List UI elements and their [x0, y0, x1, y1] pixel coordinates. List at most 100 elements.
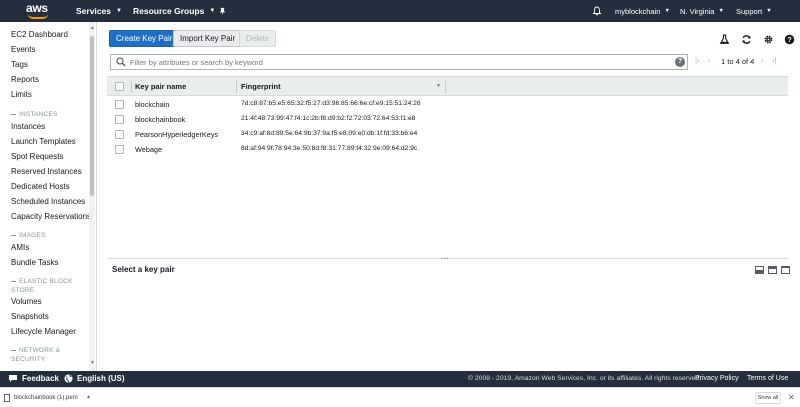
show-all-button[interactable]: Show all	[755, 392, 781, 404]
layout-full-icon[interactable]	[781, 266, 790, 274]
key-pair-name-cell: blockchain	[135, 100, 170, 109]
gear-svg	[764, 35, 772, 44]
table-row[interactable]: Webage 8d:af:94:9f:78:94:3e:50:8d:f8:31:…	[107, 142, 788, 157]
sidebar-item-limits[interactable]: Limits	[11, 90, 32, 99]
sidebar-item-scheduled-instances[interactable]: Scheduled Instances	[11, 197, 85, 206]
search-bar[interactable]	[110, 54, 688, 70]
services-label: Services	[76, 6, 111, 16]
sidebar-item-reserved-instances[interactable]: Reserved Instances	[11, 167, 82, 176]
sidebar-scrollbar[interactable]: ▲ ▼	[89, 22, 95, 371]
region-menu[interactable]: N. Virginia ▼	[680, 0, 724, 22]
table-row[interactable]: PearsonHyperledgerKeys 34:c9:af:8d:89:5e…	[107, 127, 788, 142]
sidebar-section-ebs[interactable]: ELASTIC BLOCK STORE	[11, 277, 73, 295]
sidebar-item-events[interactable]: Events	[11, 45, 35, 54]
feedback-label: Feedback	[22, 374, 59, 383]
sidebar-item-reports[interactable]: Reports	[11, 75, 39, 84]
column-header-key-pair-name[interactable]: Key pair name	[135, 82, 186, 91]
search-input[interactable]	[130, 57, 670, 67]
sidebar-item-volumes[interactable]: Volumes	[11, 297, 42, 306]
section-label: STORE	[11, 287, 35, 294]
support-menu[interactable]: Support ▼	[736, 0, 772, 22]
services-menu[interactable]: Services ▼	[76, 0, 122, 22]
row-checkbox[interactable]	[115, 100, 124, 109]
sidebar-item-dedicated-hosts[interactable]: Dedicated Hosts	[11, 182, 70, 191]
chevron-down-icon: ▼	[718, 8, 724, 14]
chevron-down-icon: ▼	[209, 8, 216, 14]
sidebar-item-snapshots[interactable]: Snapshots	[11, 312, 49, 321]
scroll-up-icon[interactable]: ▲	[90, 25, 95, 31]
help-circle-icon[interactable]: ?	[783, 34, 795, 46]
terms-of-use-link[interactable]: Terms of Use	[747, 375, 788, 382]
speech-bubble-icon	[9, 375, 17, 382]
row-checkbox[interactable]	[115, 145, 124, 154]
sidebar-item-capacity-reservations[interactable]: Capacity Reservations	[11, 212, 91, 221]
section-label: INSTANCES	[19, 111, 58, 118]
fingerprint-cell: 7d:c8:87:b5:e5:65:32:f5:27:d3:96:85:66:6…	[241, 100, 421, 107]
chevron-down-icon: ▼	[664, 8, 670, 14]
bell-icon	[592, 6, 602, 16]
resource-groups-menu[interactable]: Resource Groups ▼	[133, 0, 215, 22]
section-label: ELASTIC BLOCK	[19, 278, 73, 285]
close-icon[interactable]: ✕	[788, 393, 795, 402]
chevron-up-icon[interactable]: ▲	[86, 394, 91, 400]
table-header: Key pair name Fingerprint ▼	[107, 76, 788, 96]
search-icon	[116, 57, 126, 67]
sidebar-item-instances[interactable]: Instances	[11, 122, 45, 131]
sidebar-item-ec2-dashboard[interactable]: EC2 Dashboard	[11, 30, 68, 39]
gear-icon[interactable]	[762, 34, 774, 46]
column-separator	[236, 81, 237, 93]
help-svg: ?	[784, 34, 794, 45]
sidebar-item-tags[interactable]: Tags	[11, 60, 28, 69]
top-navigation-bar: aws Services ▼ Resource Groups ▼ myblock…	[0, 0, 800, 22]
pin-icon[interactable]	[218, 0, 227, 22]
layout-bottom-icon[interactable]	[755, 266, 764, 274]
sidebar-section-network-security[interactable]: NETWORK & SECURITY	[11, 346, 60, 364]
layout-split-icon[interactable]	[768, 266, 777, 274]
last-page-icon[interactable]: ›|	[772, 56, 777, 65]
table-row[interactable]: blockchain 7d:c8:87:b5:e5:65:32:f5:27:d3…	[107, 97, 788, 112]
row-checkbox[interactable]	[115, 130, 124, 139]
search-help-icon[interactable]: ?	[675, 57, 685, 67]
next-page-icon[interactable]: ›	[761, 56, 764, 65]
feedback-button[interactable]: Feedback	[8, 374, 59, 383]
downloaded-filename: blockchainbook (1).pem	[14, 395, 78, 401]
pagination-label: 1 to 4 of 4	[721, 57, 755, 66]
sidebar-item-launch-templates[interactable]: Launch Templates	[11, 137, 76, 146]
collapse-dash-icon	[11, 349, 16, 351]
globe-icon	[64, 374, 73, 383]
sidebar-item-lifecycle-manager[interactable]: Lifecycle Manager	[11, 327, 76, 336]
first-page-icon[interactable]: |‹	[695, 56, 700, 65]
footer: Feedback English (US) © 2008 - 2019, Ama…	[0, 371, 800, 387]
language-selector[interactable]: English (US)	[64, 374, 125, 383]
collapse-dash-icon	[11, 113, 16, 115]
column-header-fingerprint[interactable]: Fingerprint	[241, 82, 281, 91]
sidebar-section-images[interactable]: IMAGES	[11, 231, 45, 240]
notifications-bell[interactable]	[592, 0, 602, 22]
download-bar: blockchainbook (1).pem ▲ Show all ✕	[0, 387, 800, 407]
downloaded-file-item[interactable]: blockchainbook (1).pem	[4, 394, 78, 402]
scroll-down-icon[interactable]: ▼	[90, 360, 95, 366]
import-key-pair-button[interactable]: Import Key Pair	[173, 30, 243, 47]
scrollbar-thumb[interactable]	[90, 36, 94, 196]
drag-handle-icon[interactable]: ▪▪▪	[441, 256, 449, 262]
row-checkbox[interactable]	[115, 115, 124, 124]
key-pair-name-cell: PearsonHyperledgerKeys	[135, 130, 219, 139]
fingerprint-cell: 8d:af:94:9f:78:94:3e:50:8d:f8:31:77:89:f…	[241, 145, 418, 152]
aws-logo[interactable]: aws	[26, 2, 54, 20]
sidebar-item-bundle-tasks[interactable]: Bundle Tasks	[11, 258, 58, 267]
previous-page-icon[interactable]: ‹	[708, 56, 711, 65]
select-all-checkbox[interactable]	[115, 82, 124, 91]
create-key-pair-button[interactable]: Create Key Pair	[109, 30, 180, 47]
sort-caret-icon[interactable]: ▼	[436, 83, 441, 89]
account-menu[interactable]: myblockchain ▼	[615, 0, 670, 22]
sidebar-item-amis[interactable]: AMIs	[11, 243, 29, 252]
privacy-policy-link[interactable]: Privacy Policy	[695, 375, 739, 382]
flask-icon[interactable]	[718, 34, 730, 46]
refresh-icon[interactable]	[740, 34, 752, 46]
delete-button[interactable]: Delete	[239, 30, 277, 47]
sidebar-item-spot-requests[interactable]: Spot Requests	[11, 152, 63, 161]
table-row[interactable]: blockchainbook 21:4f:48:73:99:47:f4:1c:2…	[107, 112, 788, 127]
copyright-text: © 2008 - 2019, Amazon Web Services, Inc.…	[468, 375, 701, 382]
svg-text:?: ?	[787, 36, 791, 44]
sidebar-section-instances[interactable]: INSTANCES	[11, 110, 58, 119]
